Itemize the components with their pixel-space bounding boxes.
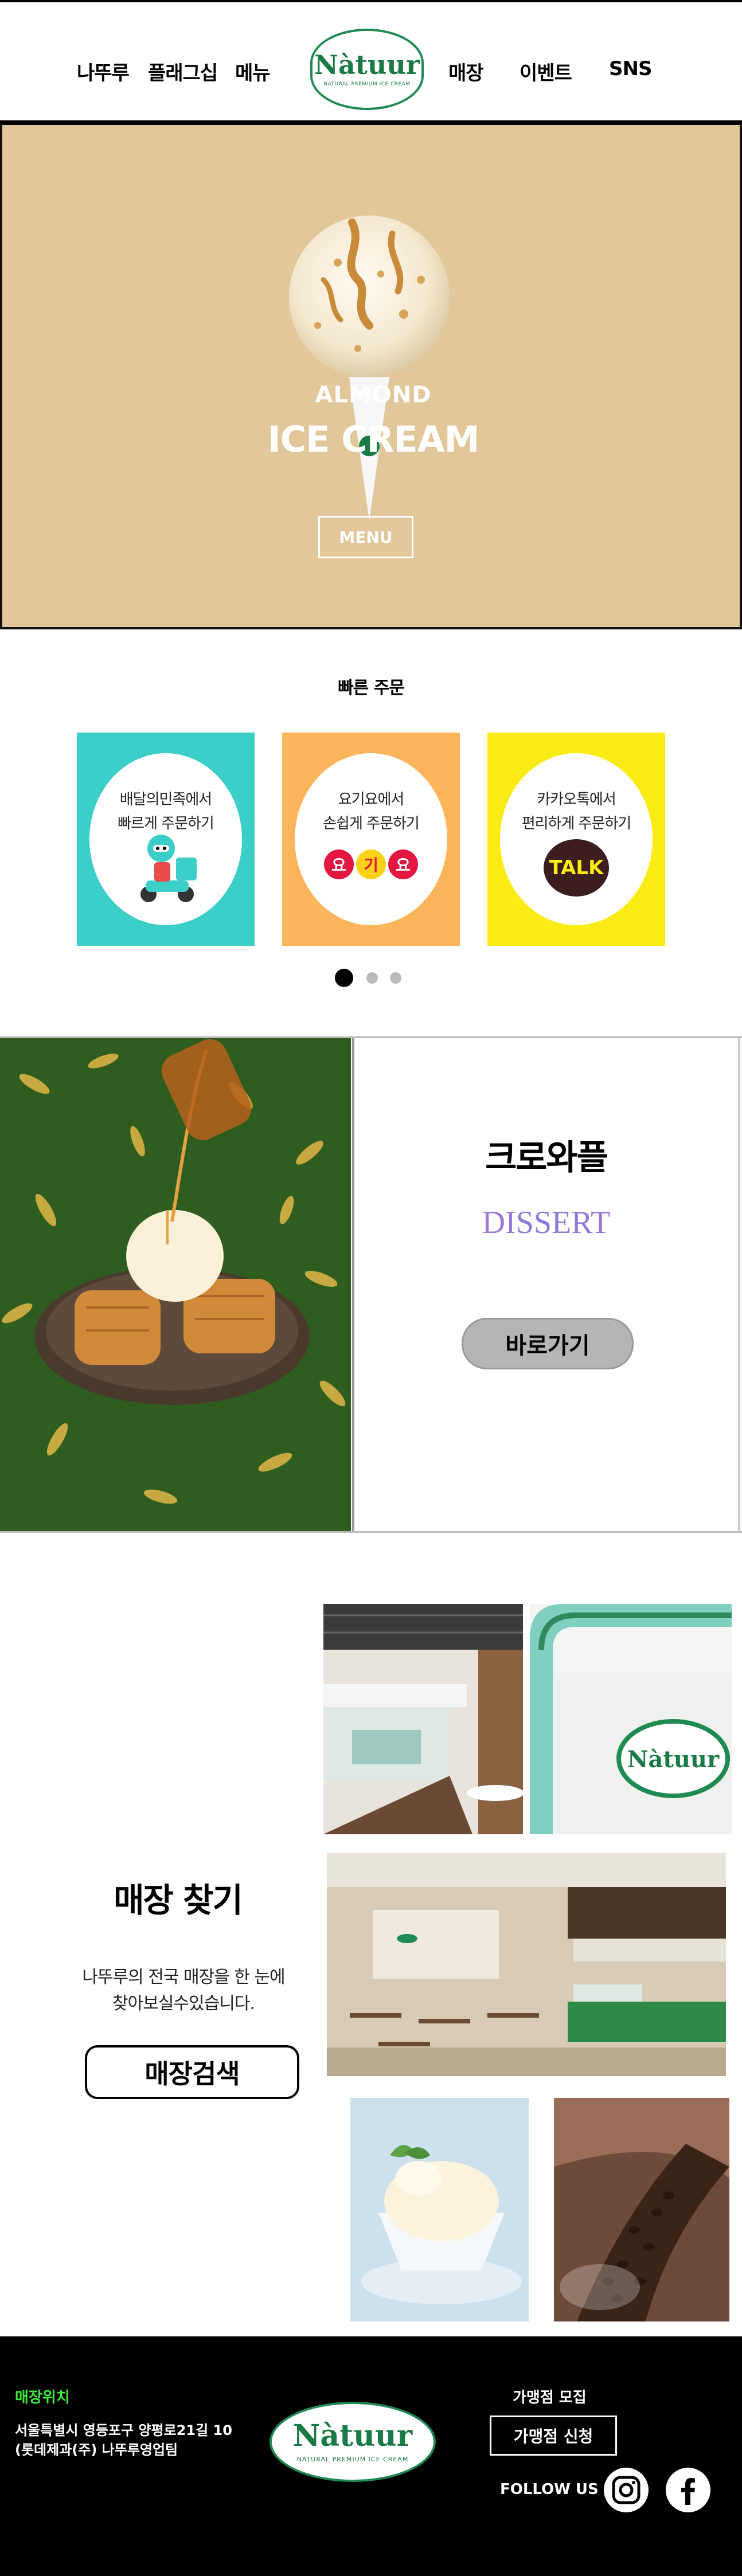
nav-item-menu[interactable]: 메뉴	[235, 57, 271, 85]
ice-cream-scoop-image	[289, 216, 450, 378]
logo-tagline: NATURAL PREMIUM ICE CREAM	[323, 81, 411, 87]
delivery-rider-icon	[140, 835, 197, 902]
nav-item-store[interactable]: 매장	[448, 57, 484, 85]
coffee-beans-photo	[554, 2098, 729, 2321]
carousel-dot-1[interactable]	[335, 969, 353, 987]
hero-line-ice-cream: ICE CREAM	[267, 418, 480, 460]
follow-us-label: FOLLOW US	[500, 2481, 599, 2498]
yogiyo-letter: 요	[388, 849, 418, 879]
nav-item-event[interactable]: 이벤트	[520, 57, 572, 85]
croffle-section: 크로와플 DISSERT 바로가기	[0, 1036, 742, 1533]
yogiyo-logo-icon: 요 기 요	[323, 849, 419, 885]
card-line1: 카카오톡에서	[537, 791, 616, 808]
nav-item-flagship[interactable]: 플래그십	[148, 57, 218, 85]
footer-brand-logo[interactable]: Nàtuur NATURAL PREMIUM ICE CREAM	[270, 2402, 436, 2482]
storefront-sign-photo: Nàtuur	[530, 1604, 732, 1834]
carousel-dot-2[interactable]	[366, 972, 378, 984]
store-interior-photo	[323, 1604, 523, 1834]
kakao-talk-icon: TALK	[544, 839, 609, 896]
brand-logo[interactable]: Nàtuur NATURAL PREMIUM ICE CREAM	[310, 29, 424, 110]
footer-address-line2: (롯데제과(주) 나뚜루영업팀	[15, 2442, 178, 2458]
footer-location-label: 매장위치	[15, 2389, 70, 2406]
croffle-subtitle: DISSERT	[354, 1204, 738, 1241]
site-header: 나뚜루 플래그십 메뉴 Nàtuur NATURAL PREMIUM ICE C…	[0, 0, 742, 125]
card-line2: 손쉽게 주문하기	[323, 815, 420, 832]
footer-logo-tagline: NATURAL PREMIUM ICE CREAM	[296, 2455, 409, 2463]
card-oval	[295, 753, 447, 925]
hero-menu-button[interactable]: MENU	[318, 516, 413, 558]
store-find-desc-line1: 나뚜루의 전국 매장을 한 눈에	[82, 1967, 285, 1987]
hero-line-almond: ALMOND	[315, 382, 432, 408]
store-find-desc-line2: 찾아보실수있습니다.	[112, 1994, 255, 2014]
nav-item-sns[interactable]: SNS	[609, 57, 652, 80]
croffle-title: 크로와플	[485, 1138, 608, 1178]
hero-banner: ALMOND ICE CREAM MENU	[0, 125, 742, 629]
nav-item-natuur[interactable]: 나뚜루	[77, 57, 130, 85]
quick-order-card-kakao[interactable]: 카카오톡에서 편리하게 주문하기 TALK	[487, 733, 665, 946]
storefront-sign-text: Nàtuur	[627, 1746, 720, 1773]
croffle-photo	[0, 1038, 351, 1531]
store-find-title: 매장 찾기	[114, 1881, 243, 1920]
footer-franchise-label: 가맹점 모집	[513, 2389, 587, 2406]
store-wide-photo	[327, 1853, 726, 2076]
yogiyo-letter: 기	[356, 849, 386, 879]
yogiyo-letter: 요	[324, 849, 354, 879]
footer-logo-brand-text: Nàtuur	[292, 2418, 413, 2453]
logo-brand-text: Nàtuur	[314, 49, 420, 80]
instagram-icon[interactable]	[603, 2467, 649, 2513]
quick-order-card-yogiyo[interactable]: 요기요에서 손쉽게 주문하기 요 기 요	[282, 733, 460, 946]
quick-order-card-baemin[interactable]: 배달의민족에서 빠르게 주문하기	[77, 733, 255, 946]
carousel-dot-3[interactable]	[390, 972, 401, 984]
site-footer: 매장위치 서울특별시 영등포구 양평로21길 10 (롯데제과(주) 나뚜루영업…	[0, 2336, 742, 2576]
card-text: 배달의민족에서 빠르게 주문하기	[89, 788, 242, 836]
croffle-go-button[interactable]: 바로가기	[462, 1318, 634, 1369]
card-text: 카카오톡에서 편리하게 주문하기	[500, 788, 653, 836]
footer-address-line1: 서울특별시 영등포구 양평로21길 10	[15, 2422, 232, 2438]
quick-order-title: 빠른 주문	[338, 678, 405, 698]
card-line2: 편리하게 주문하기	[521, 815, 632, 832]
ice-cream-bowl-photo	[350, 2098, 529, 2321]
croffle-info-panel: 크로와플 DISSERT 바로가기	[352, 1038, 740, 1531]
card-text: 요기요에서 손쉽게 주문하기	[295, 788, 447, 836]
store-search-button[interactable]: 매장검색	[85, 2045, 299, 2099]
facebook-icon[interactable]	[665, 2467, 711, 2513]
franchise-apply-button[interactable]: 가맹점 신청	[490, 2416, 617, 2456]
card-line1: 배달의민족에서	[119, 791, 212, 808]
card-line1: 요기요에서	[338, 791, 405, 808]
